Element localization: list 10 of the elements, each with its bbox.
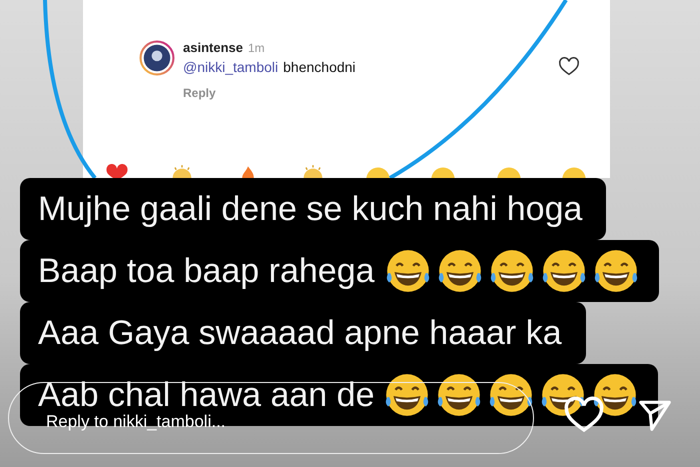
mention-link[interactable]: @nikki_tamboli xyxy=(183,59,278,75)
comment-text: bhenchodni xyxy=(283,59,356,75)
comment-username[interactable]: asintense xyxy=(183,40,243,55)
like-heart-icon[interactable] xyxy=(558,56,580,78)
avatar-icon[interactable] xyxy=(139,40,175,76)
caption-text: Aab chal hawa aan de xyxy=(38,378,374,412)
comment-time: 1m xyxy=(248,41,265,55)
caption-text: Mujhe gaali dene se kuch nahi hoga xyxy=(38,192,582,226)
caption-text: Aaa Gaya swaaaad apne haaar ka xyxy=(38,316,562,350)
caption-text: Baap toa baap rahega xyxy=(38,254,375,288)
